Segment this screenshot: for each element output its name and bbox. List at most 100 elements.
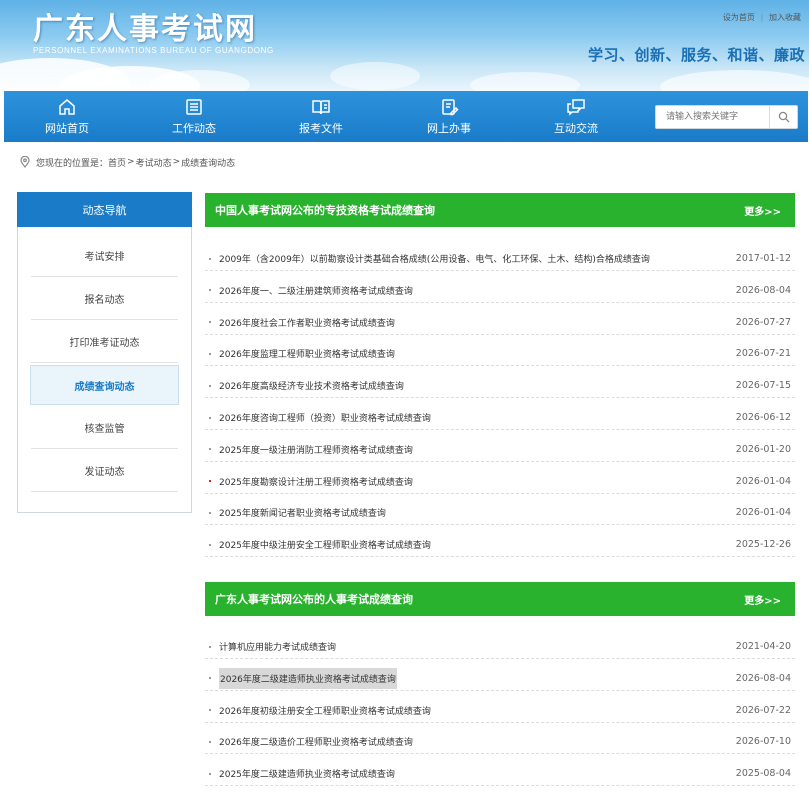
- list-item-left: 2026年度咨询工程师（投资）职业资格考试成绩查询: [209, 411, 726, 424]
- list-item-left: 2025年度中级注册安全工程师职业资格考试成绩查询: [209, 538, 726, 551]
- nav-item-home[interactable]: 网站首页: [17, 91, 117, 142]
- nav-item-interaction[interactable]: 互动交流: [526, 91, 626, 142]
- nav-item-label: 工作动态: [172, 122, 216, 135]
- search-input[interactable]: [656, 106, 768, 128]
- nav-item-exam-docs[interactable]: 报考文件: [271, 91, 371, 142]
- list-item[interactable]: 2026年度一、二级注册建筑师资格考试成绩查询 2026-08-04: [205, 279, 795, 303]
- list-item-date: 2025-08-04: [735, 768, 791, 780]
- list-item-left: 2026年度二级造价工程师职业资格考试成绩查询: [209, 735, 726, 748]
- list-item-left: 2025年度新闻记者职业资格考试成绩查询: [209, 506, 726, 519]
- sidebar-item-score-query[interactable]: 成绩查询动态: [30, 365, 179, 405]
- list-item-title[interactable]: 2026年度二级造价工程师职业资格考试成绩查询: [219, 735, 726, 748]
- list-item-title[interactable]: 2009年（含2009年）以前勘察设计类基础合格成绩(公用设备、电气、化工环保、…: [219, 252, 726, 265]
- sidebar-item-admission-ticket[interactable]: 打印准考证动态: [31, 320, 178, 363]
- list-item-title[interactable]: 2026年度初级注册安全工程师职业资格考试成绩查询: [219, 704, 726, 717]
- nav-item-label: 互动交流: [554, 122, 598, 135]
- search-box: [655, 105, 798, 129]
- list-item-left: 2026年度二级建造师执业资格考试成绩查询: [209, 667, 726, 689]
- sidebar-item-exam-schedule[interactable]: 考试安排: [31, 234, 178, 277]
- nav-item-label: 报考文件: [299, 122, 343, 135]
- list-item-date: 2026-07-10: [735, 736, 791, 748]
- search-icon: [778, 111, 789, 123]
- list-item[interactable]: 计算机应用能力考试成绩查询 2021-04-20: [205, 635, 795, 659]
- breadcrumb-separator: >: [172, 157, 181, 167]
- header-banner: 广东人事考试网 PERSONNEL EXAMINATIONS BUREAU OF…: [0, 0, 809, 91]
- list-item[interactable]: 2025年度中级注册安全工程师职业资格考试成绩查询 2025-12-26: [205, 533, 795, 558]
- list-item[interactable]: 2025年度二级建造师执业资格考试成绩查询 2025-08-04: [205, 762, 795, 787]
- list-item-title[interactable]: 2026年度二级建造师执业资格考试成绩查询: [219, 667, 397, 689]
- cloud-decoration: [470, 72, 580, 91]
- breadcrumb-current[interactable]: 成绩查询动态: [181, 156, 235, 169]
- bullet-icon: [209, 321, 211, 324]
- list-item-title[interactable]: 计算机应用能力考试成绩查询: [219, 640, 726, 653]
- list-item[interactable]: 2026年度初级注册安全工程师职业资格考试成绩查询 2026-07-22: [205, 699, 795, 723]
- list-item-title[interactable]: 2026年度高级经济专业技术资格考试成绩查询: [219, 379, 726, 392]
- more-link[interactable]: 更多>>: [744, 203, 781, 218]
- list-item-title[interactable]: 2025年度勘察设计注册工程师资格考试成绩查询: [219, 475, 726, 488]
- list-item[interactable]: 2026年度高级经济专业技术资格考试成绩查询 2026-07-15: [205, 374, 795, 399]
- bullet-icon: [209, 645, 211, 648]
- nav-item-online-service[interactable]: 网上办事: [399, 91, 499, 142]
- main-nav: 网站首页 工作动态 报考文件 网上办事 互动交流: [4, 91, 808, 142]
- site-logo-title[interactable]: 广东人事考试网: [33, 4, 257, 48]
- list-item-left: 2025年度二级建造师执业资格考试成绩查询: [209, 767, 726, 780]
- bullet-icon: [209, 480, 211, 483]
- site-logo-subtitle: PERSONNEL EXAMINATIONS BUREAU OF GUANGDO…: [33, 46, 274, 55]
- bullet-icon: [209, 384, 211, 387]
- list-item[interactable]: 2026年度监理工程师职业资格考试成绩查询 2026-07-21: [205, 342, 795, 367]
- list-item-title[interactable]: 2025年度二级建造师执业资格考试成绩查询: [219, 767, 726, 780]
- list-item-title[interactable]: 2026年度咨询工程师（投资）职业资格考试成绩查询: [219, 411, 726, 424]
- list-item-title[interactable]: 2026年度一、二级注册建筑师资格考试成绩查询: [219, 284, 726, 297]
- sidebar-item-registration[interactable]: 报名动态: [31, 277, 178, 320]
- list-item[interactable]: 2025年度一级注册消防工程师资格考试成绩查询 2026-01-20: [205, 438, 795, 462]
- sidebar: 动态导航 考试安排 报名动态 打印准考证动态 成绩查询动态 核查监管 发证动态: [17, 192, 192, 513]
- list-item-date: 2026-06-12: [735, 412, 791, 423]
- panel-title: 广东人事考试网公布的人事考试成绩查询: [215, 593, 413, 606]
- bullet-icon: [209, 709, 211, 712]
- list-item-date: 2026-07-22: [735, 704, 791, 716]
- nav-item-work-news[interactable]: 工作动态: [144, 91, 244, 142]
- bullet-icon: [209, 511, 211, 514]
- breadcrumb-prefix: 您现在的位置是：: [36, 158, 109, 169]
- sidebar-item-certificate[interactable]: 发证动态: [31, 449, 178, 492]
- list-item[interactable]: 2026年度二级建造师执业资格考试成绩查询 2026-08-04: [205, 667, 795, 691]
- sidebar-item-verification[interactable]: 核查监管: [31, 406, 178, 449]
- list-item-date: 2026-07-15: [735, 380, 791, 392]
- list-item-title[interactable]: 2026年度社会工作者职业资格考试成绩查询: [219, 316, 726, 329]
- sidebar-title: 动态导航: [17, 192, 192, 227]
- list-item[interactable]: 2026年度二级造价工程师职业资格考试成绩查询 2026-07-10: [205, 730, 795, 755]
- list-item[interactable]: 2026年度社会工作者职业资格考试成绩查询 2026-07-27: [205, 311, 795, 335]
- list-item[interactable]: 2026年度咨询工程师（投资）职业资格考试成绩查询 2026-06-12: [205, 406, 795, 430]
- list-item[interactable]: 2009年（含2009年）以前勘察设计类基础合格成绩(公用设备、电气、化工环保、…: [205, 247, 795, 271]
- list-item-date: 2026-07-27: [735, 316, 791, 328]
- breadcrumb-exam-news[interactable]: 考试动态: [136, 156, 172, 169]
- more-link[interactable]: 更多>>: [744, 592, 781, 607]
- search-button[interactable]: [769, 106, 797, 128]
- cloud-decoration: [330, 62, 420, 90]
- clipboard-edit-icon: [442, 99, 459, 116]
- list-item-title[interactable]: 2025年度一级注册消防工程师资格考试成绩查询: [219, 443, 726, 456]
- list-item-title[interactable]: 2026年度监理工程师职业资格考试成绩查询: [219, 347, 726, 360]
- breadcrumb: 您现在的位置是： 首页 > 考试动态 > 成绩查询动态: [20, 154, 235, 170]
- list-item-date: 2026-08-04: [735, 284, 791, 296]
- set-homepage-link[interactable]: 设为首页: [723, 13, 755, 22]
- bullet-icon: [209, 677, 211, 680]
- list-item-title[interactable]: 2025年度新闻记者职业资格考试成绩查询: [219, 506, 726, 519]
- list-item-date: 2026-01-04: [735, 507, 791, 519]
- breadcrumb-separator: >: [127, 157, 135, 167]
- list-item-left: 计算机应用能力考试成绩查询: [209, 640, 726, 653]
- add-favorite-link[interactable]: 加入收藏: [769, 13, 801, 22]
- home-icon: [59, 99, 75, 115]
- list-item-left: 2025年度勘察设计注册工程师资格考试成绩查询: [209, 475, 726, 488]
- top-links: 设为首页 | 加入收藏: [723, 12, 801, 23]
- breadcrumb-home[interactable]: 首页: [108, 156, 126, 169]
- bullet-icon: [209, 289, 211, 292]
- list-item[interactable]: 2025年度勘察设计注册工程师资格考试成绩查询 2026-01-04: [205, 470, 795, 494]
- list-item[interactable]: 2025年度新闻记者职业资格考试成绩查询 2026-01-04: [205, 501, 795, 526]
- cloud-decoration: [150, 70, 250, 91]
- bullet-icon: [209, 257, 211, 260]
- site-slogan: 学习、创新、服务、和谐、廉政: [587, 46, 805, 64]
- list-icon: [186, 99, 202, 115]
- list-item-title[interactable]: 2025年度中级注册安全工程师职业资格考试成绩查询: [219, 538, 726, 551]
- sidebar-list: 考试安排 报名动态 打印准考证动态 成绩查询动态 核查监管 发证动态: [18, 234, 191, 492]
